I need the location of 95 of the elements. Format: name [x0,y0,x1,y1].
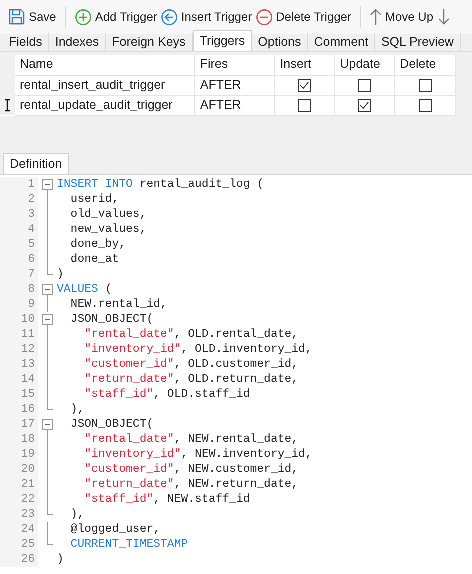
tab[interactable]: SQL Preview [375,33,461,51]
code-line: VALUES ( [57,282,112,297]
code-line: NEW.rental_id, [70,297,168,312]
column-header[interactable]: Delete [400,57,436,72]
line-number: 7 [28,268,35,281]
tab[interactable]: Options [252,33,308,51]
code-line: "customer_id", NEW.customer_id, [84,462,299,477]
table-cell: rental_update_audit_trigger [20,98,173,112]
insert-trigger-button[interactable]: Insert Trigger [160,5,254,29]
code-line: "return_date", NEW.return_date, [84,477,299,492]
code-line: INSERT INTO rental_audit_log ( [57,177,264,192]
line-number: 17 [21,418,35,431]
code-line: "inventory_id", OLD.inventory_id, [84,342,312,357]
checkbox[interactable] [298,78,312,92]
fold-line-icon [47,522,48,537]
save-icon [8,8,26,26]
collapse-icon[interactable] [42,282,53,297]
definition-tab[interactable]: Definition [3,153,70,174]
table-cell: rental_insert_audit_trigger [20,78,166,92]
column-header[interactable]: Update [340,57,380,72]
line-number: 14 [21,373,35,386]
tab[interactable]: Comment [308,33,376,51]
code-line: "return_date", OLD.return_date, [84,372,299,387]
collapse-icon[interactable] [42,177,53,192]
line-number: 8 [28,283,35,296]
add-trigger-button[interactable]: Add Trigger [74,5,158,29]
line-number: 22 [21,493,35,506]
line-number: 15 [21,388,35,401]
line-number: 10 [21,313,35,326]
code-line: "staff_id", OLD.staff_id [84,387,250,402]
line-number: 12 [21,343,35,356]
code-line: done_by, [70,237,126,252]
line-number: 2 [28,193,35,206]
fold-end-icon [47,402,53,410]
code-line: JSON_OBJECT( [70,312,154,327]
code-line: "inventory_id", NEW.inventory_id, [84,447,312,462]
table-cell: AFTER [200,98,242,112]
line-number: 4 [28,223,35,236]
line-number: 23 [21,508,35,521]
fold-end-icon [47,537,53,545]
line-number: 26 [21,553,35,566]
add-icon [75,8,92,26]
fold-end-icon [47,267,53,275]
line-number: 6 [28,253,35,266]
fold-line-icon [47,297,48,312]
code-line: "customer_id", OLD.customer_id, [84,357,299,372]
line-number: 11 [21,328,35,341]
code-line: "rental_date", OLD.rental_date, [84,327,299,342]
up-arrow-icon [370,8,382,26]
code-line: done_at [70,252,120,267]
code-line: CURRENT_TIMESTAMP [70,537,188,552]
line-number: 13 [21,358,35,371]
line-number: 9 [28,298,35,311]
fold-end-icon [47,507,53,515]
remove-icon [256,8,274,26]
checkbox[interactable] [418,98,432,112]
line-number: 18 [21,433,35,446]
checkbox[interactable] [298,98,312,112]
table-cell: AFTER [200,78,242,92]
column-header[interactable]: Insert [280,57,312,72]
collapse-icon[interactable] [42,417,53,432]
tab[interactable]: Indexes [49,33,106,51]
line-number: 25 [21,538,35,551]
code-line: ) [57,267,64,282]
line-number: 1 [28,178,35,191]
checkbox[interactable] [418,78,432,92]
column-header[interactable]: Fires [200,57,228,72]
line-number: 5 [28,238,35,251]
code-line: new_values, [70,222,147,237]
move-up-button[interactable]: Move Up [369,5,435,29]
collapse-icon[interactable] [42,312,53,327]
tab[interactable]: Fields [3,33,50,51]
line-number: 21 [21,478,35,491]
code-line: ), [70,507,85,522]
code-line: "staff_id", NEW.staff_id [84,492,250,507]
code-line: userid, [70,192,120,207]
tab[interactable]: Triggers [192,30,252,51]
left-arrow-circle-icon [161,8,178,26]
line-number: 19 [21,448,35,461]
save-button[interactable]: Save [7,5,58,29]
code-line: JSON_OBJECT( [70,417,154,432]
line-number: 24 [21,523,35,536]
code-line: old_values, [70,207,147,222]
delete-trigger-button[interactable]: Delete Trigger [255,5,352,29]
code-line: @logged_user, [70,522,161,537]
code-line: "rental_date", NEW.rental_date, [84,432,299,447]
down-arrow-icon [438,8,450,26]
code-line: ) [57,552,64,567]
line-number: 16 [21,403,35,416]
line-number: 20 [21,463,35,476]
code-line: ), [70,402,85,417]
checkbox[interactable] [358,98,372,112]
column-header[interactable]: Name [20,57,54,72]
line-number: 3 [28,208,35,221]
checkbox[interactable] [358,78,372,92]
